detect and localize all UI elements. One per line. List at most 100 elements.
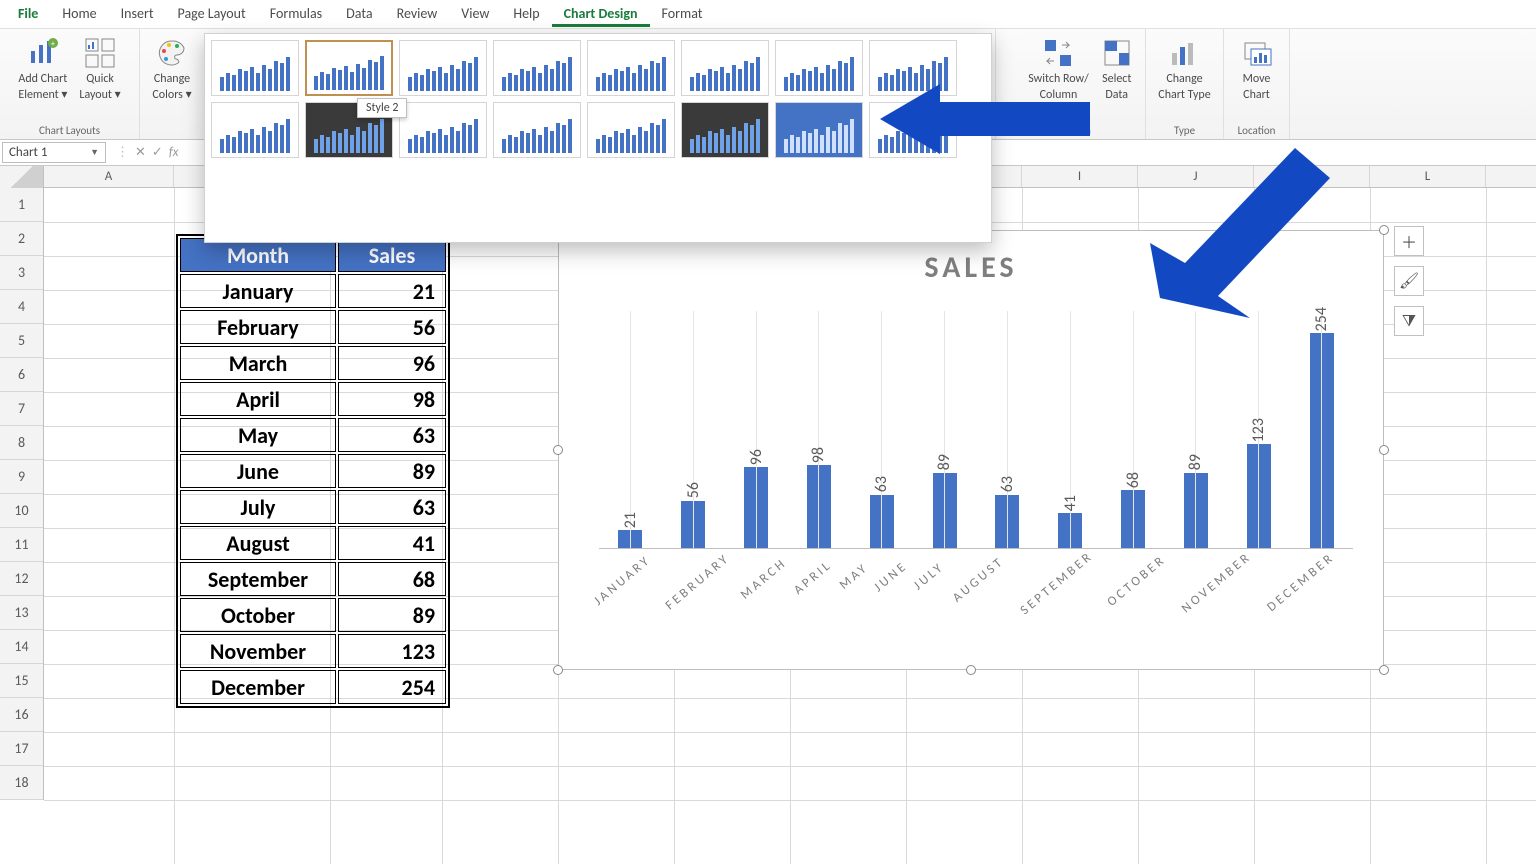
cell-sales[interactable]: 63 xyxy=(338,418,446,452)
row-header[interactable]: 2 xyxy=(0,222,43,256)
resize-handle[interactable] xyxy=(1379,445,1389,455)
row-header[interactable]: 1 xyxy=(0,188,43,222)
row-header[interactable]: 5 xyxy=(0,324,43,358)
cell-month[interactable]: August xyxy=(180,526,336,560)
row-header[interactable]: 8 xyxy=(0,426,43,460)
tab-format[interactable]: Format xyxy=(650,1,715,27)
enter-icon[interactable]: ✓ xyxy=(152,145,163,160)
cell-month[interactable]: June xyxy=(180,454,336,488)
tab-chart-design[interactable]: Chart Design xyxy=(552,1,650,27)
name-box-dropdown-icon[interactable]: ▼ xyxy=(90,147,99,158)
cell-sales[interactable]: 123 xyxy=(338,634,446,668)
tab-view[interactable]: View xyxy=(449,1,501,27)
cell-month[interactable]: July xyxy=(180,490,336,524)
col-header[interactable]: I xyxy=(1022,166,1138,187)
row-header[interactable]: 7 xyxy=(0,392,43,426)
tab-file[interactable]: File xyxy=(6,1,50,27)
chart-style-thumb[interactable] xyxy=(681,102,769,158)
tab-page-layout[interactable]: Page Layout xyxy=(166,1,258,27)
row-header[interactable]: 15 xyxy=(0,664,43,698)
change-chart-type-button[interactable]: Change Chart Type xyxy=(1152,33,1216,107)
resize-handle[interactable] xyxy=(553,445,563,455)
cell-sales[interactable]: 98 xyxy=(338,382,446,416)
row-header[interactable]: 11 xyxy=(0,528,43,562)
name-box[interactable]: Chart 1 ▼ xyxy=(2,142,106,163)
chart-style-thumb[interactable] xyxy=(587,102,675,158)
name-box-value: Chart 1 xyxy=(9,145,47,160)
row-header[interactable]: 3 xyxy=(0,256,43,290)
chart-styles-gallery[interactable]: Style 2 xyxy=(204,33,992,243)
chart-style-thumb[interactable] xyxy=(775,102,863,158)
cell-month[interactable]: February xyxy=(180,310,336,344)
row-header[interactable]: 12 xyxy=(0,562,43,596)
chart-style-thumb[interactable] xyxy=(493,102,581,158)
resize-handle[interactable] xyxy=(966,665,976,675)
cell-month[interactable]: December xyxy=(180,670,336,704)
cell-sales[interactable]: 89 xyxy=(338,454,446,488)
chart-styles-button[interactable]: 🖌 xyxy=(1394,266,1424,296)
tab-review[interactable]: Review xyxy=(385,1,450,27)
chart-style-thumb[interactable] xyxy=(399,40,487,96)
row-header[interactable]: 18 xyxy=(0,766,43,800)
tab-help[interactable]: Help xyxy=(501,1,551,27)
cell-sales[interactable]: 63 xyxy=(338,490,446,524)
cell-month[interactable]: January xyxy=(180,274,336,308)
chart-style-thumb[interactable] xyxy=(211,40,299,96)
cancel-icon[interactable]: ✕ xyxy=(135,145,146,160)
tab-insert[interactable]: Insert xyxy=(109,1,166,27)
chart-filter-button[interactable]: ⧩ xyxy=(1394,306,1424,336)
table-row: September68 xyxy=(180,562,446,596)
row-header[interactable]: 14 xyxy=(0,630,43,664)
cell-month[interactable]: September xyxy=(180,562,336,596)
chart-bar-slot: 21 xyxy=(599,311,662,548)
change-chart-type-icon xyxy=(1168,37,1200,69)
chart-style-thumb[interactable] xyxy=(681,40,769,96)
col-header[interactable]: L xyxy=(1370,166,1486,187)
cell-sales[interactable]: 68 xyxy=(338,562,446,596)
cell-sales[interactable]: 96 xyxy=(338,346,446,380)
cell-month[interactable]: March xyxy=(180,346,336,380)
resize-handle[interactable] xyxy=(1379,225,1389,235)
row-header[interactable]: 6 xyxy=(0,358,43,392)
select-all-cell[interactable] xyxy=(0,166,44,188)
row-header[interactable]: 13 xyxy=(0,596,43,630)
chart-style-thumb[interactable] xyxy=(775,40,863,96)
group-chart-layouts-label: Chart Layouts xyxy=(0,124,139,137)
chart-style-thumb[interactable] xyxy=(399,102,487,158)
chart-style-thumb[interactable] xyxy=(587,40,675,96)
row-header[interactable]: 4 xyxy=(0,290,43,324)
cell-month[interactable]: May xyxy=(180,418,336,452)
chart-style-thumb[interactable] xyxy=(211,102,299,158)
quick-layout-button[interactable]: Quick Layout ▾ xyxy=(73,33,126,107)
change-colors-button[interactable]: Change Colors ▾ xyxy=(146,33,197,107)
fx-icon[interactable]: fx xyxy=(169,145,179,160)
add-chart-element-button[interactable]: + Add Chart Element ▾ xyxy=(12,33,73,107)
chart-data-label: 21 xyxy=(621,512,640,528)
row-header[interactable]: 10 xyxy=(0,494,43,528)
cell-sales[interactable]: 41 xyxy=(338,526,446,560)
cell-month[interactable]: November xyxy=(180,634,336,668)
chart-bar-slot: 68 xyxy=(1102,311,1165,548)
row-header[interactable]: 9 xyxy=(0,460,43,494)
cell-sales[interactable]: 21 xyxy=(338,274,446,308)
row-header[interactable]: 17 xyxy=(0,732,43,766)
chart-style-thumb[interactable]: Style 2 xyxy=(305,40,393,96)
resize-handle[interactable] xyxy=(553,665,563,675)
cell-sales[interactable]: 56 xyxy=(338,310,446,344)
tab-data[interactable]: Data xyxy=(334,1,384,27)
cell-sales[interactable]: 89 xyxy=(338,598,446,632)
cell-month[interactable]: October xyxy=(180,598,336,632)
formula-dropdown-icon[interactable]: ⋮ xyxy=(116,145,129,160)
chart-elements-button[interactable]: ＋ xyxy=(1394,226,1424,256)
tab-formulas[interactable]: Formulas xyxy=(258,1,334,27)
chart-style-thumb[interactable] xyxy=(493,40,581,96)
move-chart-button[interactable]: Move Chart xyxy=(1235,33,1279,107)
select-data-button[interactable]: Select Data xyxy=(1095,33,1139,107)
resize-handle[interactable] xyxy=(1379,665,1389,675)
tab-home[interactable]: Home xyxy=(50,1,108,27)
move-chart-icon xyxy=(1241,37,1273,69)
cell-sales[interactable]: 254 xyxy=(338,670,446,704)
row-header[interactable]: 16 xyxy=(0,698,43,732)
col-header[interactable]: A xyxy=(44,166,174,187)
cell-month[interactable]: April xyxy=(180,382,336,416)
